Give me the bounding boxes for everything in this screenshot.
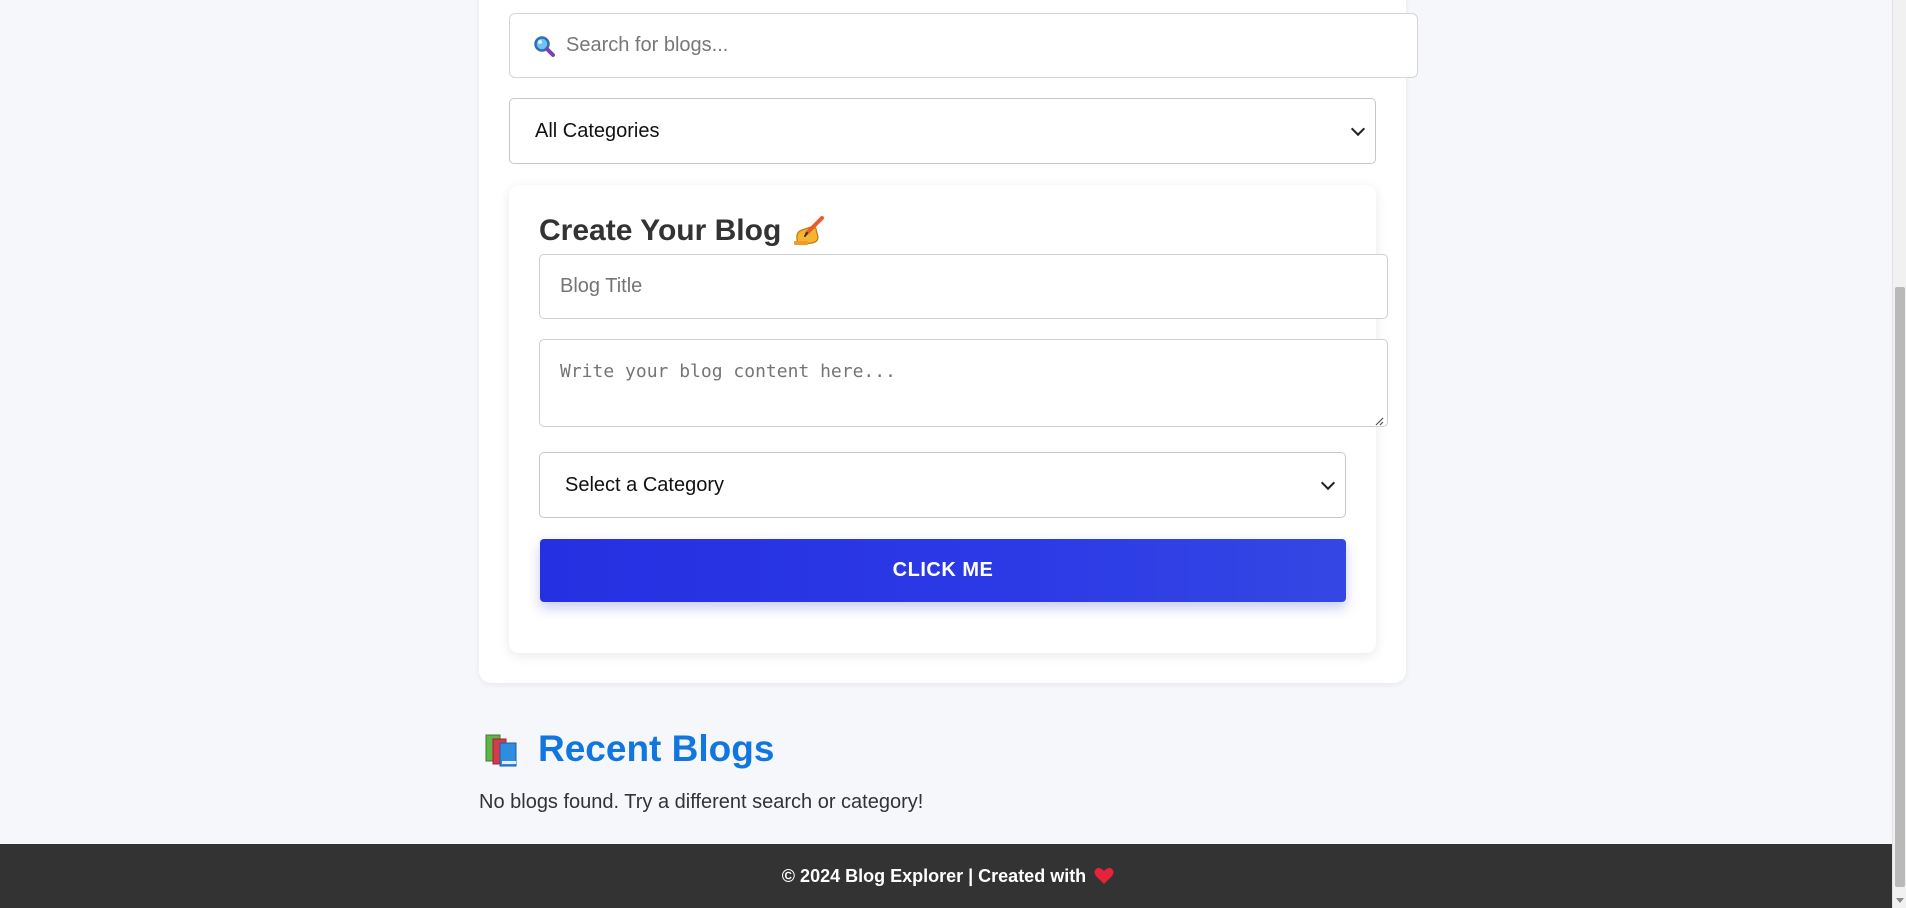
chevron-down-icon xyxy=(1320,475,1336,491)
footer-text: © 2024 Blog Explorer | Created with xyxy=(781,865,1087,886)
category-filter-select[interactable]: All Categories xyxy=(509,98,1376,164)
category-select-value: Select a Category xyxy=(565,473,724,496)
heart-icon xyxy=(1094,867,1114,885)
recent-blogs-heading: Recent Blogs xyxy=(482,728,774,770)
blog-content-field[interactable] xyxy=(539,339,1388,427)
category-filter-value: All Categories xyxy=(535,119,660,142)
search-box[interactable] xyxy=(509,13,1418,78)
blog-title-field[interactable] xyxy=(539,254,1388,319)
empty-state-message: No blogs found. Try a different search o… xyxy=(479,791,924,813)
magnifier-icon xyxy=(532,34,556,58)
chevron-down-icon xyxy=(1350,121,1366,137)
resize-grip-icon[interactable] xyxy=(1374,413,1384,426)
search-input[interactable] xyxy=(566,34,1386,57)
scrollbar[interactable] xyxy=(1892,0,1906,908)
page: All Categories Create Your Blog Select a xyxy=(0,0,1906,908)
footer: © 2024 Blog Explorer | Created with xyxy=(0,844,1896,908)
submit-blog-button[interactable]: CLICK ME xyxy=(540,539,1346,602)
writing-hand-icon xyxy=(791,215,825,247)
scroll-down-arrow-icon[interactable] xyxy=(1896,898,1904,903)
blog-content-textarea[interactable] xyxy=(540,340,1387,426)
create-blog-heading: Create Your Blog xyxy=(539,214,825,248)
scrollbar-thumb[interactable] xyxy=(1895,287,1905,887)
blog-title-input[interactable] xyxy=(560,275,1360,298)
category-select[interactable]: Select a Category xyxy=(539,452,1346,518)
create-blog-title: Create Your Blog xyxy=(539,214,782,247)
recent-blogs-title: Recent Blogs xyxy=(538,728,775,769)
books-icon xyxy=(482,729,524,769)
